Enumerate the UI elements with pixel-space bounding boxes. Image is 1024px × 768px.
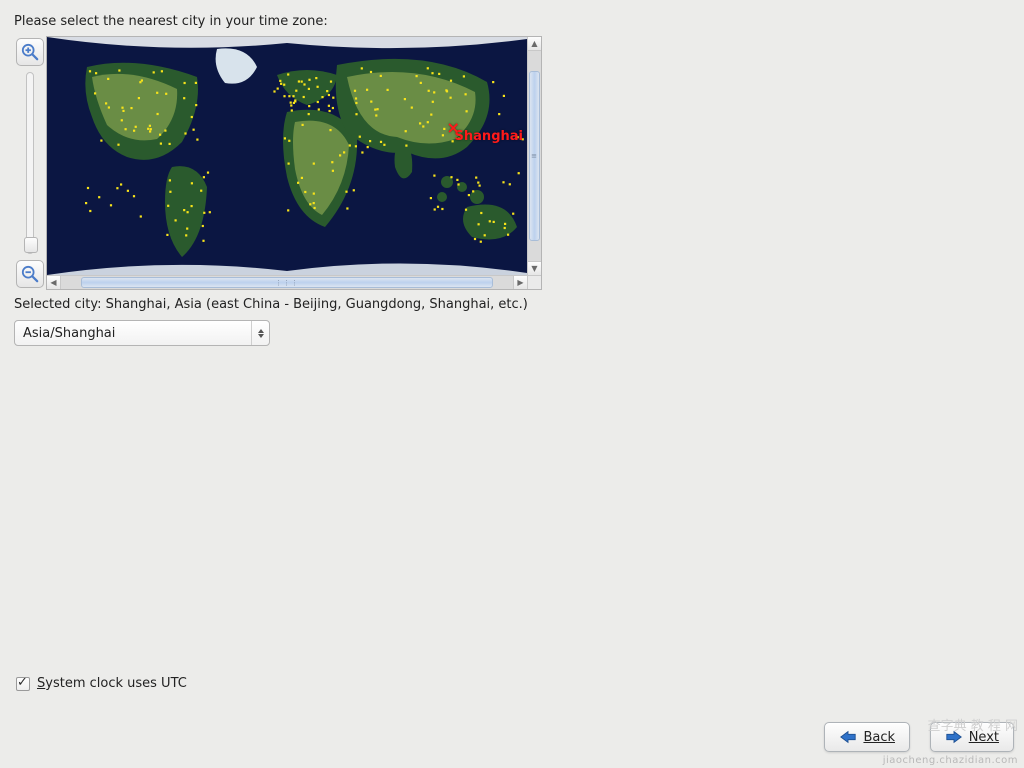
zoom-column [14,36,46,290]
zoom-in-button[interactable] [16,38,44,66]
zoom-slider-thumb[interactable] [24,237,38,253]
timezone-map-widget: ▲ ≡ ▼ [14,36,542,290]
watermark-logo-text: 查字典 教 程 网 [928,715,1018,734]
scroll-up-arrow[interactable]: ▲ [528,37,541,51]
world-map-area[interactable]: ▲ ≡ ▼ [47,37,541,275]
system-clock-utc-checkbox[interactable]: System clock uses UTC [16,676,187,691]
world-map [47,37,527,275]
back-button[interactable]: Back [824,722,910,752]
map-frame: ▲ ≡ ▼ [46,36,542,290]
zoom-in-icon [21,43,39,61]
zoom-out-icon [21,265,39,283]
selected-city-text: Selected city: Shanghai, Asia (east Chin… [14,297,528,312]
checkbox-label: System clock uses UTC [37,676,187,691]
zoom-out-button[interactable] [16,260,44,288]
checkbox-box[interactable] [16,677,30,691]
scroll-right-arrow[interactable]: ▶ [513,276,527,289]
back-button-label: Back [863,730,895,745]
map-vertical-scrollbar[interactable]: ▲ ≡ ▼ [527,37,541,275]
timezone-prompt: Please select the nearest city in your t… [14,14,328,29]
arrow-left-icon [839,730,857,744]
timezone-combobox-value: Asia/Shanghai [23,326,115,341]
scrollbar-corner [527,275,541,289]
zoom-slider[interactable] [26,72,34,254]
scroll-down-arrow[interactable]: ▼ [528,261,541,275]
map-horizontal-scrollbar[interactable]: ◀ ⋮⋮⋮ ▶ [47,275,527,289]
scroll-left-arrow[interactable]: ◀ [47,276,61,289]
combobox-spinner-icon [251,321,269,345]
watermark-url: jiaocheng.chazidian.com [883,755,1018,766]
timezone-combobox[interactable]: Asia/Shanghai [14,320,270,346]
